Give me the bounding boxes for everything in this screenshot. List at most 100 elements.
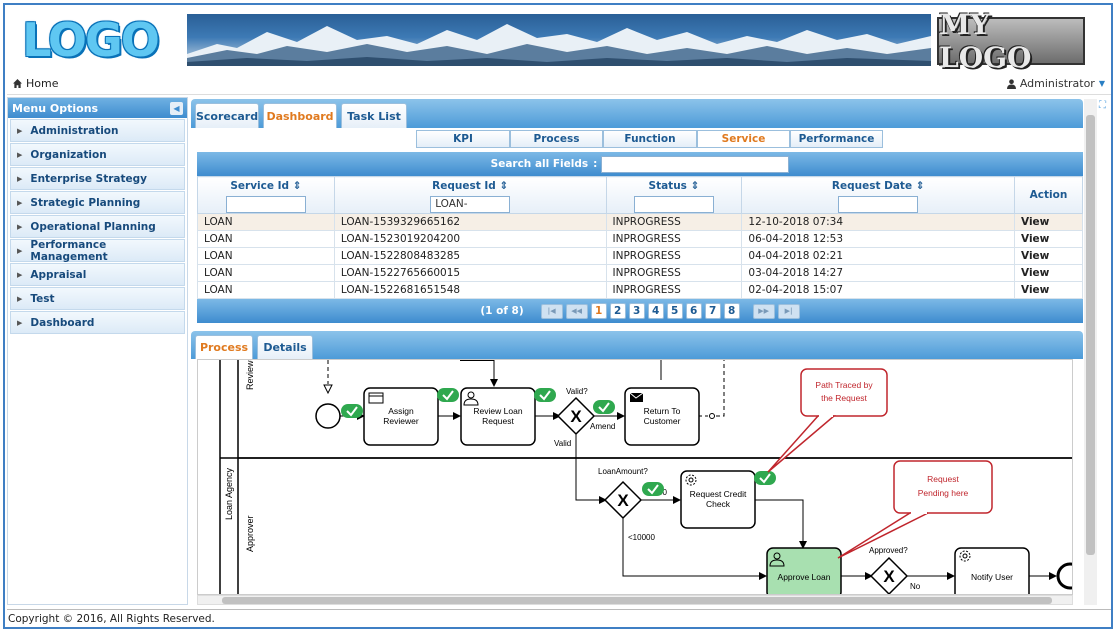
- svg-text:Return To: Return To: [644, 406, 681, 416]
- gateway-label: Approved?: [869, 546, 908, 555]
- collapse-icon[interactable]: ◀: [170, 101, 183, 115]
- svg-text:the Request: the Request: [821, 393, 867, 403]
- user-menu[interactable]: Administrator ▼: [1006, 77, 1105, 90]
- column-header-request-date[interactable]: Request Date ⇕: [741, 176, 1016, 214]
- chevron-right-icon: ▶: [17, 198, 23, 207]
- tab-dashboard[interactable]: Dashboard: [263, 103, 337, 128]
- chevron-right-icon: ▶: [17, 318, 23, 327]
- column-label: Request Id: [432, 180, 496, 192]
- page-button[interactable]: 7: [704, 303, 721, 319]
- subtab-kpi[interactable]: KPI: [416, 130, 510, 148]
- sidebar-item-appraisal[interactable]: ▶ Appraisal: [10, 263, 185, 286]
- subtab-performance[interactable]: Performance: [790, 130, 883, 148]
- sidebar-item-label: Appraisal: [30, 268, 87, 281]
- chevron-down-icon: ▼: [1098, 79, 1105, 88]
- vertical-scrollbar[interactable]: [1084, 99, 1097, 605]
- svg-text:Path Traced by: Path Traced by: [815, 380, 873, 390]
- view-link[interactable]: View: [1014, 213, 1083, 231]
- tab-process[interactable]: Process: [195, 335, 253, 359]
- cell-service-id: LOAN: [197, 264, 335, 282]
- main-tabs: Scorecard Dashboard Task List: [191, 99, 1083, 128]
- lane-label-reviewer: Reviewer: [245, 360, 255, 390]
- sidebar-item-strategic-planning[interactable]: ▶ Strategic Planning: [10, 191, 185, 214]
- filter-request-id[interactable]: LOAN-: [430, 196, 511, 213]
- last-page-button[interactable]: ▶|: [777, 303, 800, 319]
- table-row[interactable]: LOAN LOAN-1522808483285 INPROGRESS 04-04-20…: [197, 247, 1083, 265]
- subtab-function[interactable]: Function: [603, 130, 697, 148]
- view-link[interactable]: View: [1014, 247, 1083, 265]
- scrollbar-thumb[interactable]: [1086, 115, 1095, 555]
- tab-scorecard[interactable]: Scorecard: [195, 103, 259, 128]
- sidebar-item-label: Dashboard: [30, 316, 95, 329]
- cell-request-date: 02-04-2018 15:07: [741, 281, 1016, 299]
- search-label: Search all Fields: [490, 158, 589, 170]
- view-link[interactable]: View: [1014, 230, 1083, 248]
- gateway-label: No: [910, 582, 921, 591]
- home-link[interactable]: Home: [13, 77, 58, 90]
- svg-text:Assign: Assign: [388, 406, 414, 416]
- svg-text:Check: Check: [706, 499, 731, 509]
- lane-label-approver: Approver: [245, 515, 255, 552]
- prev-page-button[interactable]: ◀◀: [565, 303, 588, 319]
- sidebar-item-test[interactable]: ▶ Test: [10, 287, 185, 310]
- page-button[interactable]: 2: [609, 303, 626, 319]
- top-bar: Home Administrator ▼: [7, 73, 1111, 95]
- sidebar-item-administration[interactable]: ▶ Administration: [10, 119, 185, 142]
- sidebar-item-organization[interactable]: ▶ Organization: [10, 143, 185, 166]
- svg-text:Customer: Customer: [644, 416, 681, 426]
- table-row[interactable]: LOAN LOAN-1523019204200 INPROGRESS 06-04-20…: [197, 230, 1083, 248]
- home-icon: [13, 79, 22, 88]
- page-button[interactable]: 8: [723, 303, 740, 319]
- column-header-service-id[interactable]: Service Id ⇕: [197, 176, 335, 214]
- tab-task-list[interactable]: Task List: [341, 103, 407, 128]
- chevron-right-icon: ▶: [17, 246, 23, 255]
- horizontal-scrollbar[interactable]: [197, 595, 1073, 605]
- scrollbar-thumb[interactable]: [222, 597, 1052, 604]
- cell-status: INPROGRESS: [605, 247, 743, 265]
- sidebar-item-operational-planning[interactable]: ▶ Operational Planning: [10, 215, 185, 238]
- sidebar-item-performance-management[interactable]: ▶ Performance Management: [10, 238, 185, 263]
- user-icon: [1006, 78, 1016, 89]
- sidebar-item-label: Organization: [30, 148, 107, 161]
- filter-status[interactable]: [633, 196, 714, 213]
- cell-request-id: LOAN-1522765660015: [333, 264, 607, 282]
- page-button[interactable]: 6: [685, 303, 702, 319]
- start-event: [315, 403, 341, 429]
- chevron-right-icon: ▶: [17, 270, 23, 279]
- filter-service-id[interactable]: [225, 196, 306, 213]
- svg-text:Request Credit: Request Credit: [690, 489, 747, 499]
- page-button[interactable]: 1: [590, 303, 607, 319]
- column-header-status[interactable]: Status ⇕: [605, 176, 743, 214]
- expand-icon[interactable]: ⛶: [1099, 100, 1111, 112]
- svg-text:Reviewer: Reviewer: [383, 416, 419, 426]
- page-button[interactable]: 5: [666, 303, 683, 319]
- first-page-button[interactable]: |◀: [540, 303, 563, 319]
- subtab-process[interactable]: Process: [510, 130, 603, 148]
- column-header-request-id[interactable]: Request Id ⇕ LOAN-: [333, 176, 607, 214]
- check-icon: [642, 482, 664, 496]
- view-link[interactable]: View: [1014, 264, 1083, 282]
- sidebar-item-dashboard[interactable]: ▶ Dashboard: [10, 311, 185, 334]
- table-row[interactable]: LOAN LOAN-1522681651548 INPROGRESS 02-04-20…: [197, 281, 1083, 299]
- sidebar-item-label: Administration: [30, 124, 119, 137]
- subtab-service[interactable]: Service: [697, 130, 790, 148]
- header: LOGO MY LOGO: [7, 7, 1111, 74]
- gateway-label: Amend: [590, 422, 615, 431]
- detail-tabs: Process Details: [191, 331, 1083, 359]
- global-search: Search all Fields :: [197, 152, 1083, 176]
- table-row[interactable]: LOAN LOAN-1539329665162 INPROGRESS 12-10-20…: [197, 213, 1083, 231]
- logo-text: LOGO: [22, 13, 160, 67]
- search-input[interactable]: [601, 155, 790, 173]
- sidebar-header: Menu Options ◀: [8, 98, 187, 118]
- page-button[interactable]: 4: [647, 303, 664, 319]
- next-page-button[interactable]: ▶▶: [752, 303, 775, 319]
- sort-icon: ⇕: [690, 180, 700, 192]
- page-button[interactable]: 3: [628, 303, 645, 319]
- filter-request-date[interactable]: [838, 196, 919, 213]
- tab-details[interactable]: Details: [257, 335, 313, 359]
- table-row[interactable]: LOAN LOAN-1522765660015 INPROGRESS 03-04-20…: [197, 264, 1083, 282]
- logo-right-text: MY LOGO: [939, 8, 1032, 74]
- sidebar-item-label: Performance Management: [30, 238, 108, 263]
- sidebar-item-enterprise-strategy[interactable]: ▶ Enterprise Strategy: [10, 167, 185, 190]
- view-link[interactable]: View: [1014, 281, 1083, 299]
